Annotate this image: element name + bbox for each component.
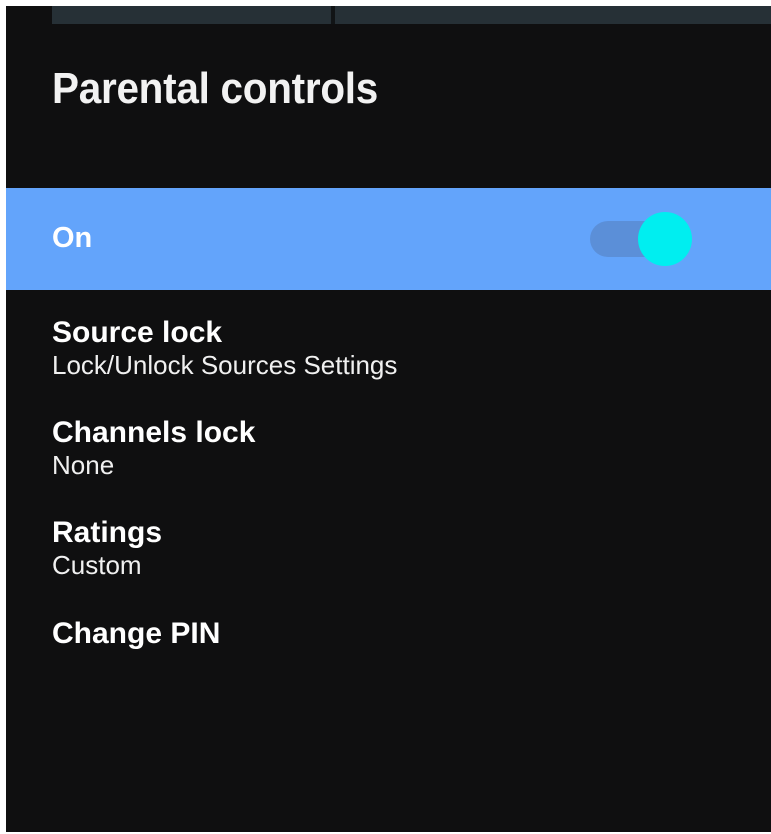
menu-item-channels-lock[interactable]: Channels lock None — [52, 414, 255, 480]
page-title: Parental controls — [52, 64, 378, 113]
parental-controls-screen: Parental controls On Source lock Lock/Un… — [6, 6, 771, 832]
menu-item-label: Source lock — [52, 316, 223, 349]
tab-divider — [331, 6, 335, 24]
menu-item-change-pin[interactable]: Change PIN — [52, 615, 220, 653]
menu-item-value: Custom — [52, 550, 142, 580]
menu-item-ratings[interactable]: Ratings Custom — [52, 514, 162, 580]
parental-controls-toggle-row[interactable]: On — [6, 188, 771, 290]
switch-knob — [638, 212, 692, 266]
menu-item-label: Channels lock — [52, 416, 256, 449]
parental-controls-switch[interactable] — [590, 209, 694, 269]
menu-item-label: Change PIN — [52, 617, 221, 650]
toggle-label: On — [52, 222, 93, 254]
menu-item-source-lock[interactable]: Source lock Lock/Unlock Sources Settings — [52, 314, 397, 380]
menu-item-value: None — [52, 450, 115, 480]
menu-item-label: Ratings — [52, 516, 163, 549]
top-tab-strip — [52, 6, 771, 24]
menu-item-value: Lock/Unlock Sources Settings — [52, 350, 398, 380]
